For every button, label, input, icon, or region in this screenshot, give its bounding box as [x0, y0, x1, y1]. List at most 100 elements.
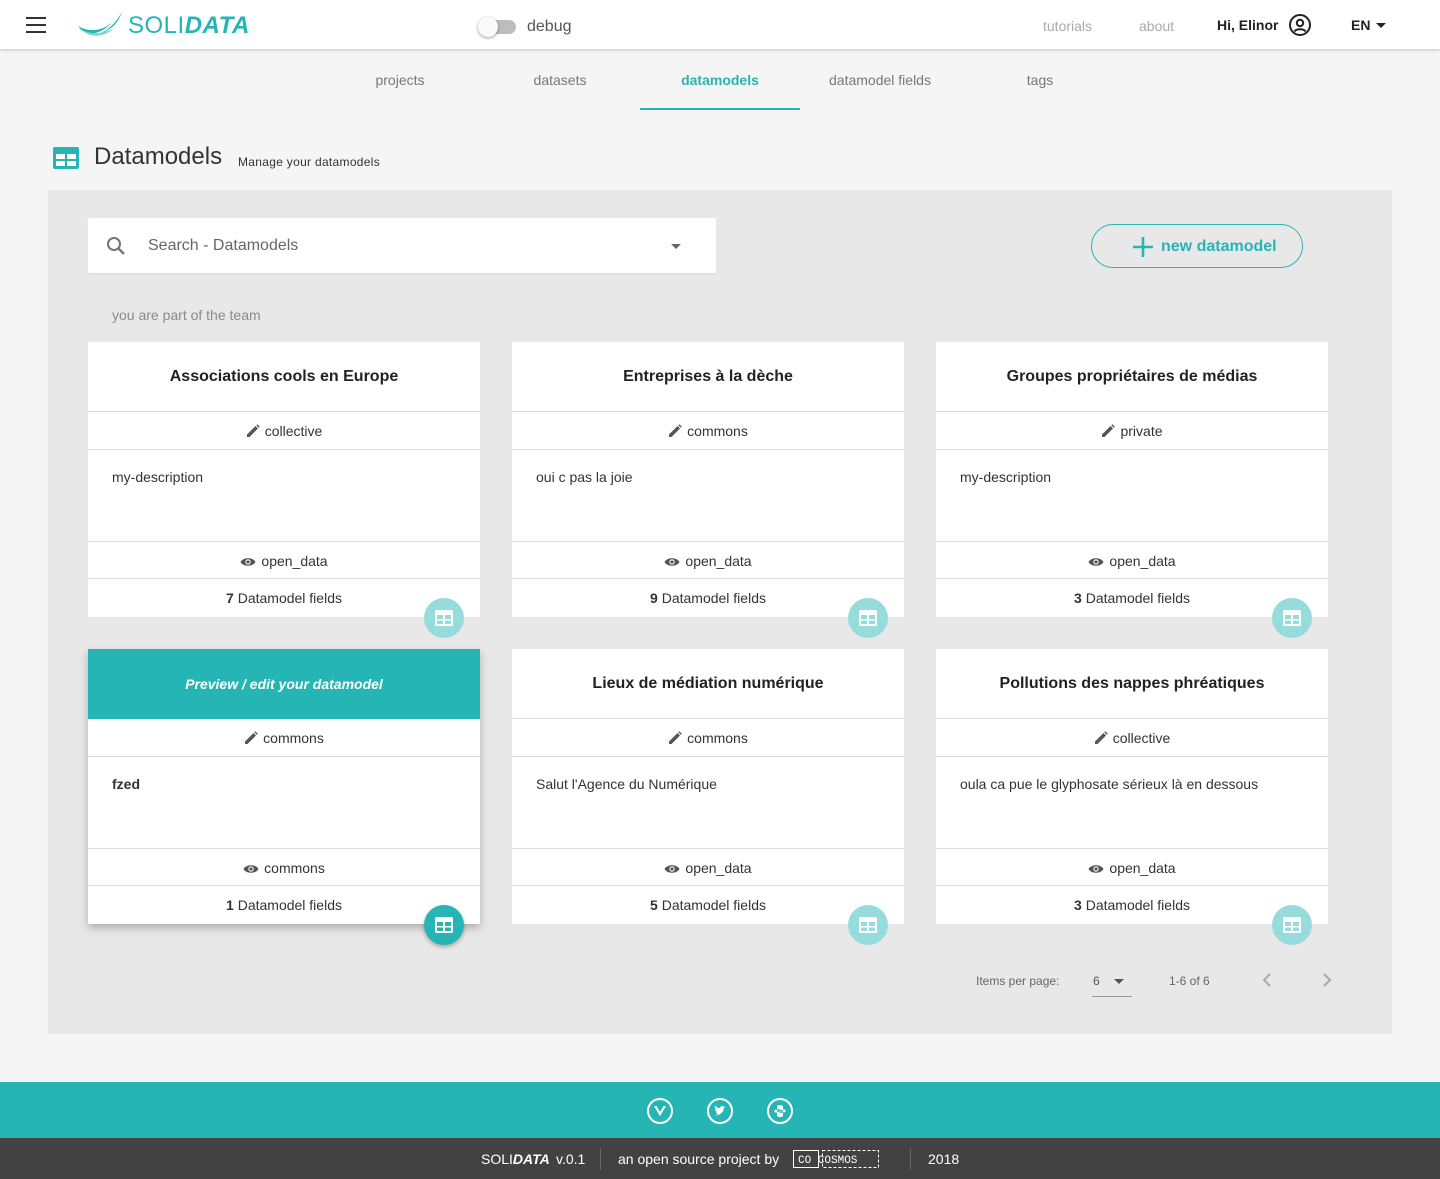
account-circle-icon[interactable]	[1288, 13, 1312, 37]
vue-icon[interactable]	[647, 1098, 673, 1124]
eye-icon	[1088, 865, 1104, 873]
open-level-label: open_data	[685, 860, 752, 876]
card-license: commons	[512, 719, 904, 757]
datamodel-card[interactable]: Lieux de médiation numérique commons Sal…	[512, 649, 904, 945]
eye-icon	[1088, 558, 1104, 566]
datamodels-panel: Search - Datamodels new datamodel you ar…	[48, 190, 1392, 1034]
logo-text-bold: DATA	[184, 12, 250, 39]
footer-year: 2018	[928, 1151, 960, 1167]
tab-tags[interactable]: tags	[960, 51, 1120, 109]
tab-datasets[interactable]: datasets	[480, 51, 640, 109]
chevron-right-icon[interactable]	[1316, 972, 1336, 988]
card-open-level: open_data	[88, 541, 480, 579]
card-description: oui c pas la joie	[536, 469, 633, 485]
card-description: Salut l'Agence du Numérique	[536, 776, 717, 792]
open-datamodel-fab[interactable]	[1272, 905, 1312, 945]
fields-label: Datamodel fields	[237, 590, 342, 606]
card-title: Entreprises à la dèche	[512, 342, 904, 412]
hamburger-menu-icon[interactable]	[26, 17, 46, 33]
top-app-bar: SOLIDATA debug tutorials about Hi, Elino…	[0, 0, 1440, 50]
card-title-preview[interactable]: Preview / edit your datamodel	[88, 649, 480, 719]
new-datamodel-button[interactable]: new datamodel	[1091, 224, 1303, 268]
tab-datamodel-fields[interactable]: datamodel fields	[800, 51, 960, 109]
chevron-down-icon[interactable]	[1376, 23, 1386, 28]
card-license: commons	[512, 412, 904, 450]
fields-label: Datamodel fields	[237, 897, 342, 913]
fields-label: Datamodel fields	[1085, 590, 1190, 606]
datamodel-card-hovered[interactable]: Preview / edit your datamodel commons fz…	[88, 649, 480, 945]
language-selector[interactable]: EN	[1351, 17, 1370, 33]
nav-link-about[interactable]: about	[1139, 18, 1174, 34]
open-datamodel-fab[interactable]	[848, 598, 888, 638]
license-label: collective	[264, 423, 323, 439]
card-fields-count: 3 Datamodel fields	[936, 579, 1328, 617]
footer-brand-bold: DATA	[512, 1151, 550, 1167]
footer-open-source-text: an open source project by	[618, 1151, 780, 1167]
search-autocomplete[interactable]: Search - Datamodels	[88, 218, 716, 273]
card-fields-count: 9 Datamodel fields	[512, 579, 904, 617]
tab-datamodels[interactable]: datamodels	[640, 51, 800, 110]
datamodel-card[interactable]: Entreprises à la dèche commons oui c pas…	[512, 342, 904, 638]
card-description: fzed	[112, 776, 140, 792]
search-icon	[107, 237, 125, 255]
chevron-left-icon[interactable]	[1258, 972, 1278, 988]
user-greeting: Hi, Elinor	[1217, 17, 1279, 33]
card-open-level: open_data	[512, 848, 904, 886]
tab-projects[interactable]: projects	[320, 51, 480, 109]
open-level-label: open_data	[261, 553, 328, 569]
card-description: oula ca pue le glyphosate sérieux là en …	[960, 776, 1259, 792]
footer-social-bar	[0, 1082, 1440, 1138]
pagination-range: 1-6 of 6	[1169, 974, 1210, 988]
card-fields-count: 5 Datamodel fields	[512, 886, 904, 924]
page-subtitle: Manage your datamodels	[238, 155, 381, 169]
datamodel-card[interactable]: Associations cools en Europe collective …	[88, 342, 480, 638]
license-label: commons	[263, 730, 324, 746]
card-fields-count: 7 Datamodel fields	[88, 579, 480, 617]
plus-icon	[1133, 237, 1153, 257]
debug-switch[interactable]	[478, 17, 518, 37]
card-open-level: commons	[88, 848, 480, 886]
footer-divider	[600, 1148, 601, 1170]
pencil-icon	[246, 424, 260, 437]
datamodel-card[interactable]: Groupes propriétaires de médias private …	[936, 342, 1328, 638]
datamodel-card[interactable]: Pollutions des nappes phréatiques collec…	[936, 649, 1328, 945]
eye-icon	[664, 558, 680, 566]
items-per-page-select[interactable]: 6	[1092, 966, 1132, 997]
card-license: private	[936, 412, 1328, 450]
footer-version: v.0.1	[556, 1151, 586, 1167]
eye-icon	[240, 558, 256, 566]
python-icon[interactable]	[767, 1098, 793, 1124]
card-description: my-description	[112, 469, 204, 485]
solidata-logo[interactable]: SOLIDATA	[76, 8, 256, 40]
search-input[interactable]: Search - Datamodels	[148, 237, 298, 255]
twitter-icon[interactable]	[707, 1098, 733, 1124]
license-label: collective	[1112, 730, 1171, 746]
debug-label: debug	[527, 18, 572, 35]
section-tabs: projects datasets datamodels datamodel f…	[320, 51, 1120, 111]
fields-count: 9	[650, 590, 658, 606]
open-level-label: open_data	[1109, 553, 1176, 569]
items-per-page-label: Items per page:	[976, 974, 1060, 988]
footer-brand-light: SOLI	[481, 1151, 513, 1167]
pencil-icon	[669, 424, 682, 437]
open-datamodel-fab[interactable]	[1272, 598, 1312, 638]
pencil-icon	[1094, 731, 1108, 744]
open-datamodel-fab[interactable]	[424, 598, 464, 638]
license-label: commons	[687, 423, 748, 439]
table-icon	[435, 917, 453, 933]
open-datamodel-fab[interactable]	[848, 905, 888, 945]
table-icon	[1283, 610, 1301, 626]
dropdown-arrow-icon[interactable]	[671, 244, 681, 249]
card-description: my-description	[960, 469, 1052, 485]
open-level-label: commons	[264, 860, 325, 876]
team-section-label: you are part of the team	[112, 307, 261, 323]
card-open-level: open_data	[936, 848, 1328, 886]
cosmos-logo[interactable]: CO COSMOS	[793, 1150, 879, 1168]
nav-link-tutorials[interactable]: tutorials	[1043, 18, 1092, 34]
card-license: collective	[936, 719, 1328, 757]
open-datamodel-fab[interactable]	[424, 905, 464, 945]
card-open-level: open_data	[936, 541, 1328, 579]
footer-divider	[910, 1148, 911, 1170]
fields-count: 3	[1074, 590, 1082, 606]
fields-label: Datamodel fields	[661, 897, 766, 913]
